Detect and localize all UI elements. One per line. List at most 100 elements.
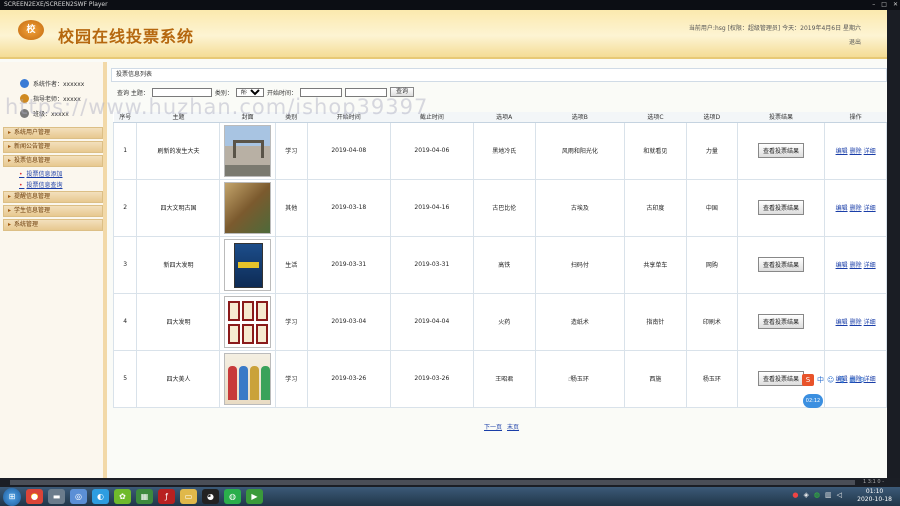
sidebar-menu-item[interactable]: ▸ 提醒信息管理 [3,191,103,203]
table-cell: 扫码付 [534,235,626,294]
folder-icon[interactable]: ▭ [180,489,197,504]
detail-link[interactable]: 详细 [864,262,876,269]
view-result-button[interactable]: 查看投票结果 [758,143,805,158]
minimize-icon[interactable]: – [872,1,875,9]
start-button[interactable]: ⊞ [3,487,21,506]
table-cell: 2019-04-06 [389,121,474,180]
panel-title: 投票信息列表 [111,68,887,82]
app-green-icon[interactable]: ✿ [114,489,131,504]
table-cell: 杨玉环 [534,349,626,408]
delete-link[interactable]: 删除 [850,262,862,269]
table-cell: 编辑 删除 详细 [824,292,887,351]
sidebar-menu-label: 系统管理 [14,221,39,228]
player-icon[interactable]: ▶ [246,489,263,504]
table-cell [219,178,276,237]
chevron-right-icon: ▸ [8,129,12,136]
table-cell: 2019-03-04 [306,292,391,351]
clock[interactable]: 01:10 2020-10-18 [857,488,892,504]
table-cell: 2019-03-26 [389,349,474,408]
table-cell [219,292,276,351]
chrome-icon[interactable]: ● [26,489,43,504]
chart-app-icon[interactable]: ▦ [136,489,153,504]
bullet-icon: • [19,171,25,178]
taskbar: ⊞ ● ▬ ◎ ◐ ✿ ▦ ƒ ▭ ◕ ◍ ▶ ● ◈ ◍ ▥ ◁ 01:10 … [0,487,900,506]
horizontal-scrollbar[interactable]: 1 3:1 0 - [0,478,900,487]
table-cell: 5 [112,349,138,408]
view-result-button[interactable]: 查看投票结果 [758,314,805,329]
sidebar-menu-item[interactable]: ▸ 新闻公告管理 [3,141,103,153]
detail-link[interactable]: 详细 [864,205,876,212]
sidebar-menu-item[interactable]: ▸ 系统管理 [3,219,103,231]
wechat-icon[interactable]: ◍ [224,489,241,504]
tray-red-icon[interactable]: ● [792,491,798,499]
sidebar-submenu-link[interactable]: • 投票信息查询 [3,180,103,191]
cover-image [224,352,272,405]
table-row: 1 刷新的发生大夫 学习 2019-04-08 2019-04-06 黑地冷氏 风雨和阳光化… [112,121,887,180]
maximize-icon[interactable]: □ [881,1,887,9]
edit-link[interactable]: 编辑 [836,148,848,155]
close-icon[interactable]: ✕ [893,1,898,9]
sidebar-info-row: 系统作者：xxxxxx [20,76,103,91]
sidebar-menu-label: 提醒信息管理 [14,193,51,200]
settings-icon: ⚙ [858,375,866,384]
tray-shield-icon[interactable]: ◈ [803,491,808,499]
view-result-button[interactable]: 查看投票结果 [758,200,805,215]
sidebar-menu-label: 投票信息管理 [14,157,51,164]
table-cell: 高铁 [472,235,536,294]
media-icon[interactable]: ▬ [48,489,65,504]
tray-volume-icon[interactable]: ◁ [837,491,842,499]
edit-link[interactable]: 编辑 [836,262,848,269]
vertical-scrollbar[interactable] [887,10,900,478]
delete-link[interactable]: 删除 [850,319,862,326]
timer-badge: 02:12 [803,394,823,408]
delete-link[interactable]: 删除 [850,205,862,212]
tray-wechat-icon[interactable]: ◍ [814,491,820,499]
scrollbar-thumb[interactable] [10,480,855,485]
clock-date: 2020-10-18 [857,496,892,503]
qq-browser-icon[interactable]: ◐ [92,489,109,504]
view-result-button[interactable]: 查看投票结果 [758,257,805,272]
ime-toolbar[interactable]: S 中 ☺ 🎙 ▤ ⚙ [802,373,887,386]
sidebar-menu: ▸ 系统用户管理 ▸ 新闻公告管理 ▸ 投票信息管理 • 投票信息添加 • 投票信息查询 ▸ 提醒… [3,127,103,233]
chevron-right-icon: ▸ [8,207,12,214]
detail-link[interactable]: 详细 [864,319,876,326]
table-cell: 查看投票结果 [736,121,826,180]
window-titlebar: SCREEN2EXE/SCREEN2SWF Player – □ ✕ [0,0,900,10]
table-cell: 指南针 [624,292,687,351]
submenu-label: 投票信息添加 [26,171,63,178]
edit-link[interactable]: 编辑 [836,205,848,212]
cover-image [224,181,272,234]
keyboard-icon: ▤ [849,375,856,384]
browser-icon[interactable]: ◎ [70,489,87,504]
window-title: SCREEN2EXE/SCREEN2SWF Player [4,1,108,8]
table-cell: 学习 [274,292,308,351]
sidebar-menu-item[interactable]: ▸ 系统用户管理 [3,127,103,139]
table-cell: 生活 [274,235,308,294]
user-info-icon [20,79,29,88]
table-cell: 杨玉环 [685,349,738,408]
sidebar-menu-item[interactable]: ▸ 投票信息管理 [3,155,103,167]
table-cell: 黑地冷氏 [472,121,536,180]
table-row: 2 四大文明古国 其他 2019-03-18 2019-04-16 古巴比伦 古埃及 古印度中… [112,178,887,237]
logout-link[interactable]: 退出 [849,37,861,46]
table-cell: 力量 [685,121,738,180]
column-header: 选项A [473,112,536,123]
flash-icon[interactable]: ƒ [158,489,175,504]
sidebar-menu-item[interactable]: ▸ 学生信息管理 [3,205,103,217]
ime-mode-label: 中 [817,375,824,384]
tray-network-icon[interactable]: ▥ [825,491,832,499]
detail-link[interactable]: 详细 [864,148,876,155]
user-info: 当前用户:hsg [权限：超级管理员] 今天：2019年4月6日 星期六 [688,25,861,32]
sidebar-submenu-link[interactable]: • 投票信息添加 [3,169,103,180]
mouse-cursor-icon: ☝ [568,374,573,383]
table-cell: 古巴比伦 [472,178,536,237]
table-cell: 编辑 删除 详细 [824,235,887,294]
edit-link[interactable]: 编辑 [836,319,848,326]
table-cell: 查看投票结果 [736,292,826,351]
view-result-button[interactable]: 查看投票结果 [758,371,805,386]
column-header: 选项D [686,112,738,123]
delete-link[interactable]: 删除 [850,148,862,155]
last-page-link[interactable]: 末页 [507,422,519,431]
next-page-link[interactable]: 下一页 [484,422,502,431]
qq-icon[interactable]: ◕ [202,489,219,504]
